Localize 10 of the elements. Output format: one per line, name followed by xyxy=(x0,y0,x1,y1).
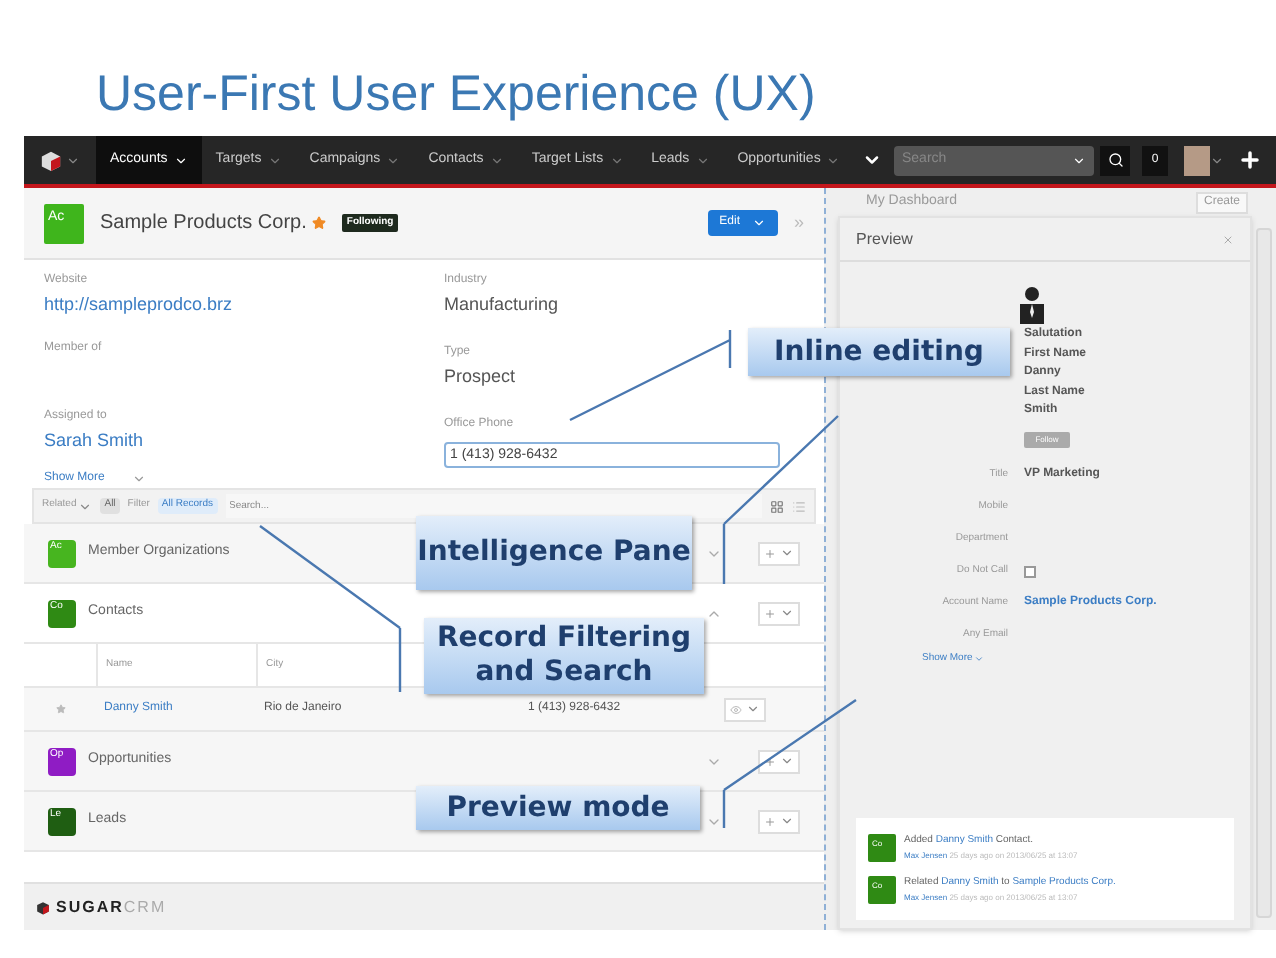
record-name: Sample Products Corp. xyxy=(100,210,307,238)
callout-tooltip: Inline editing xyxy=(748,328,1010,376)
field-value: Manufacturing xyxy=(444,292,561,318)
callout-tooltip: Intelligence Pane xyxy=(416,516,692,590)
callout-tooltip: Preview mode xyxy=(416,786,700,830)
field-value: Prospect xyxy=(444,364,518,390)
sugarcrm-logo: SUGARCRM xyxy=(56,895,167,919)
preview-title: Preview xyxy=(856,227,913,251)
slide-title: User-First User Experience (UX) xyxy=(96,64,818,124)
callout-tooltip: Record Filtering and Search xyxy=(424,618,704,694)
